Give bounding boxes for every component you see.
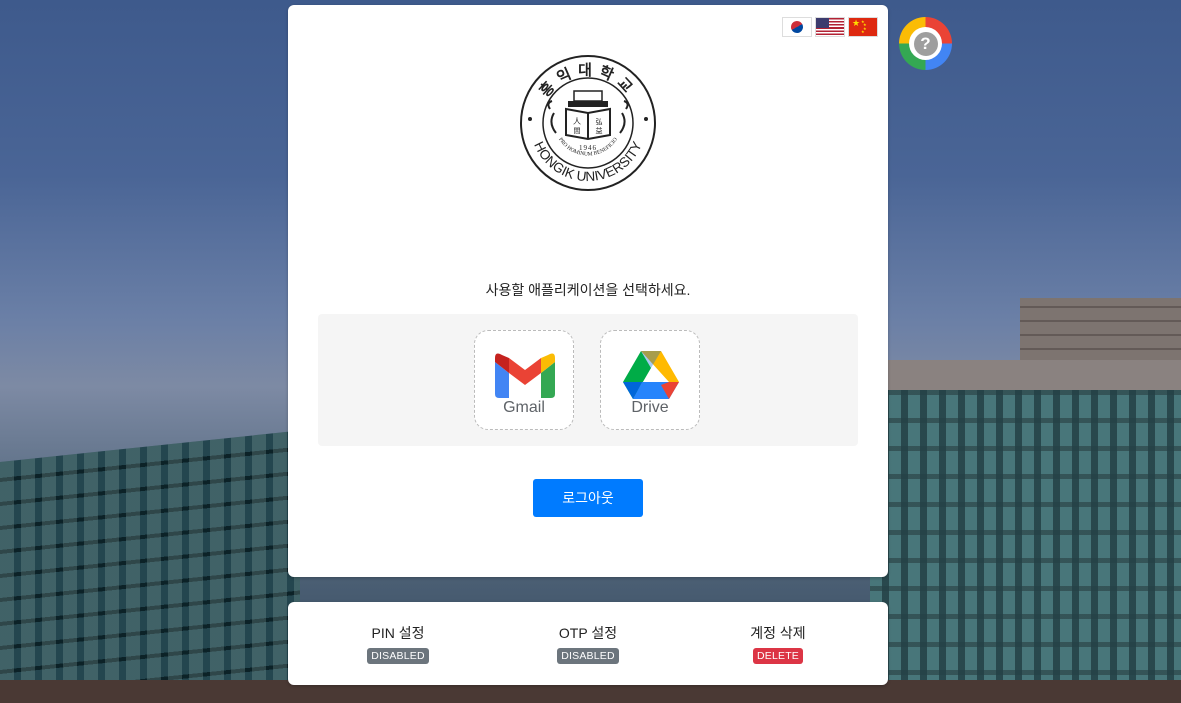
- otp-status-badge[interactable]: DISABLED: [557, 648, 619, 664]
- app-selection-card: ★ ★ ★ ★ ★ 홍익대학교 HONGIK UNIVERSITY PRO HO…: [288, 5, 888, 577]
- us-flag-icon[interactable]: [815, 17, 845, 37]
- language-selector: ★ ★ ★ ★ ★: [782, 17, 878, 37]
- pin-status-badge[interactable]: DISABLED: [367, 648, 429, 664]
- app-list: Gmail Drive: [318, 314, 858, 446]
- delete-account-setting: 계정 삭제 DELETE: [698, 623, 858, 664]
- gmail-icon: [495, 353, 555, 398]
- gmail-app-button[interactable]: Gmail: [474, 330, 574, 430]
- google-drive-icon: [623, 351, 679, 399]
- seal-year: 1946: [579, 144, 597, 152]
- hongik-university-seal: 홍익대학교 HONGIK UNIVERSITY PRO HOMINUM BENE…: [520, 55, 656, 191]
- otp-setting: OTP 설정 DISABLED: [508, 623, 668, 664]
- pin-setting-title[interactable]: PIN 설정: [318, 623, 478, 643]
- china-flag-icon[interactable]: ★ ★ ★ ★ ★: [848, 17, 878, 37]
- building-left: [0, 430, 300, 703]
- korea-flag-icon[interactable]: [782, 17, 812, 37]
- pin-setting: PIN 설정 DISABLED: [318, 623, 478, 664]
- drive-app-button[interactable]: Drive: [600, 330, 700, 430]
- drive-label: Drive: [631, 399, 669, 416]
- svg-text:間: 間: [574, 127, 581, 135]
- building-right: [870, 360, 1181, 703]
- select-app-prompt: 사용할 애플리케이션을 선택하세요.: [485, 282, 691, 298]
- gmail-label: Gmail: [503, 399, 545, 416]
- account-settings-card: PIN 설정 DISABLED OTP 설정 DISABLED 계정 삭제 DE…: [288, 602, 888, 685]
- svg-text:弘: 弘: [596, 118, 603, 126]
- svg-text:人: 人: [573, 117, 581, 126]
- logout-button[interactable]: 로그아웃: [533, 479, 643, 517]
- delete-account-badge[interactable]: DELETE: [752, 648, 804, 664]
- svg-text:益: 益: [596, 126, 603, 135]
- otp-setting-title[interactable]: OTP 설정: [508, 623, 668, 643]
- building-right-roof: [870, 360, 1181, 390]
- delete-account-title[interactable]: 계정 삭제: [698, 623, 858, 643]
- help-question-icon[interactable]: ?: [899, 17, 952, 70]
